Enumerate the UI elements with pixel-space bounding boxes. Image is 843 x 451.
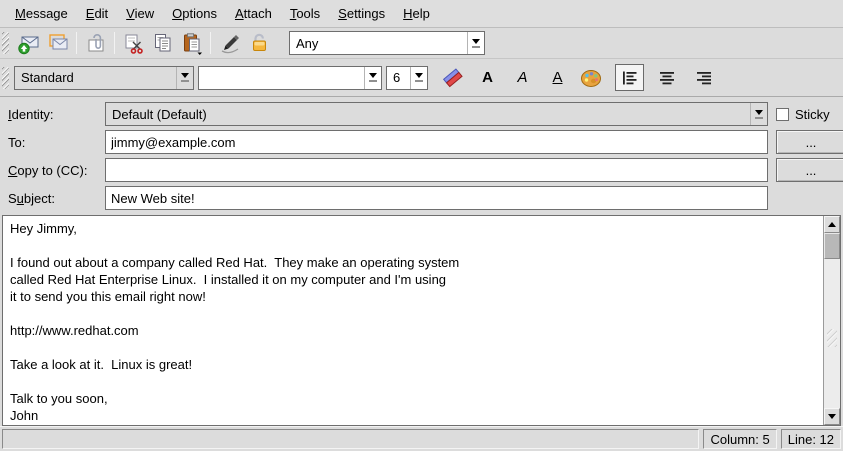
align-right-button[interactable] xyxy=(689,64,718,91)
chevron-down-icon xyxy=(176,67,193,89)
cc-addressbook-button[interactable]: ... xyxy=(776,158,843,182)
menubar: Message Edit View Options Attach Tools S… xyxy=(0,0,843,28)
chevron-down-icon xyxy=(467,32,484,54)
chevron-down-icon xyxy=(750,103,767,125)
identity-value: Default (Default) xyxy=(106,105,750,124)
encrypt-message-button[interactable] xyxy=(244,30,273,57)
menu-attach[interactable]: Attach xyxy=(226,2,281,25)
align-left-icon xyxy=(619,67,641,89)
align-center-icon xyxy=(656,67,678,89)
remove-formatting-button[interactable] xyxy=(438,64,467,91)
menu-tools[interactable]: Tools xyxy=(281,2,329,25)
format-toolbar: Standard 6 A A xyxy=(0,59,843,97)
menu-help[interactable]: Help xyxy=(394,2,439,25)
paste-button[interactable] xyxy=(177,30,206,57)
toolbar-separator xyxy=(76,32,77,54)
italic-button[interactable]: A xyxy=(508,64,537,91)
message-body-editor[interactable]: Hey Jimmy, I found out about a company c… xyxy=(4,217,822,424)
font-size-combo[interactable]: 6 xyxy=(386,66,428,90)
sticky-checkbox[interactable] xyxy=(776,108,789,121)
chevron-down-icon xyxy=(410,67,427,89)
queue-mail-icon xyxy=(46,31,70,55)
scroll-down-button[interactable] xyxy=(824,408,840,425)
status-column-panel: Column: 5 xyxy=(703,429,776,449)
subject-input[interactable] xyxy=(105,186,768,210)
copy-icon xyxy=(151,31,175,55)
chevron-down-icon xyxy=(364,67,381,89)
menu-view[interactable]: View xyxy=(117,2,163,25)
message-body-area: Hey Jimmy, I found out about a company c… xyxy=(2,215,841,426)
toolbar-separator xyxy=(210,32,211,54)
font-size-value: 6 xyxy=(387,68,410,87)
paste-icon xyxy=(180,31,204,55)
queue-mail-button[interactable] xyxy=(43,30,72,57)
statusbar: Column: 5 Line: 12 xyxy=(0,426,843,451)
font-family-combo[interactable] xyxy=(198,66,382,90)
paragraph-style-combo[interactable]: Standard xyxy=(14,66,194,90)
underline-button[interactable]: A xyxy=(543,64,572,91)
composer-window: Message Edit View Options Attach Tools S… xyxy=(0,0,843,451)
toolbar-separator xyxy=(114,32,115,54)
identity-combo[interactable]: Default (Default) xyxy=(105,102,768,126)
attach-file-button[interactable] xyxy=(81,30,110,57)
cut-icon xyxy=(122,31,146,55)
status-message-panel xyxy=(2,429,699,449)
align-center-button[interactable] xyxy=(652,64,681,91)
sticky-label: Sticky xyxy=(795,107,830,122)
scrollbar-track-marks xyxy=(827,329,837,347)
to-addressbook-button[interactable]: ... xyxy=(776,130,843,154)
to-input[interactable] xyxy=(105,130,768,154)
cc-input[interactable] xyxy=(105,158,768,182)
menu-options[interactable]: Options xyxy=(163,2,226,25)
paragraph-style-value: Standard xyxy=(15,68,176,87)
encrypt-message-icon xyxy=(247,31,271,55)
cut-button[interactable] xyxy=(119,30,148,57)
copy-button[interactable] xyxy=(148,30,177,57)
underline-icon: A xyxy=(552,70,562,85)
message-headers: Identity: Default (Default) Sticky To: .… xyxy=(0,97,843,215)
toolbar-grip-handle[interactable] xyxy=(2,67,9,89)
menu-message[interactable]: Message xyxy=(6,2,77,25)
sign-message-icon xyxy=(218,31,242,55)
send-mail-icon xyxy=(17,31,41,55)
scrollbar-thumb[interactable] xyxy=(824,233,840,259)
arrow-down-icon xyxy=(828,414,836,419)
sign-message-button[interactable] xyxy=(215,30,244,57)
cc-label: Copy to (CC): xyxy=(8,163,97,178)
bold-icon: A xyxy=(482,70,493,85)
font-family-value xyxy=(199,76,364,80)
subject-label: Subject: xyxy=(8,191,97,206)
menu-edit[interactable]: Edit xyxy=(77,2,117,25)
identity-label: Identity: xyxy=(8,107,97,122)
scroll-up-button[interactable] xyxy=(824,216,840,233)
crypto-format-value: Any xyxy=(290,34,467,53)
italic-icon: A xyxy=(517,70,527,85)
to-label: To: xyxy=(8,135,97,150)
crypto-format-combo[interactable]: Any xyxy=(289,31,485,55)
color-palette-icon xyxy=(579,66,603,90)
send-mail-button[interactable] xyxy=(14,30,43,57)
align-right-icon xyxy=(693,67,715,89)
bold-button[interactable]: A xyxy=(473,64,502,91)
toolbar-grip-handle[interactable] xyxy=(2,32,9,54)
attach-file-icon xyxy=(84,31,108,55)
status-line-panel: Line: 12 xyxy=(781,429,841,449)
text-color-button[interactable] xyxy=(576,64,605,91)
arrow-up-icon xyxy=(828,222,836,227)
vertical-scrollbar[interactable] xyxy=(823,216,840,425)
eraser-icon xyxy=(441,66,465,90)
align-left-button[interactable] xyxy=(615,64,644,91)
menu-settings[interactable]: Settings xyxy=(329,2,394,25)
main-toolbar: Any xyxy=(0,28,843,59)
